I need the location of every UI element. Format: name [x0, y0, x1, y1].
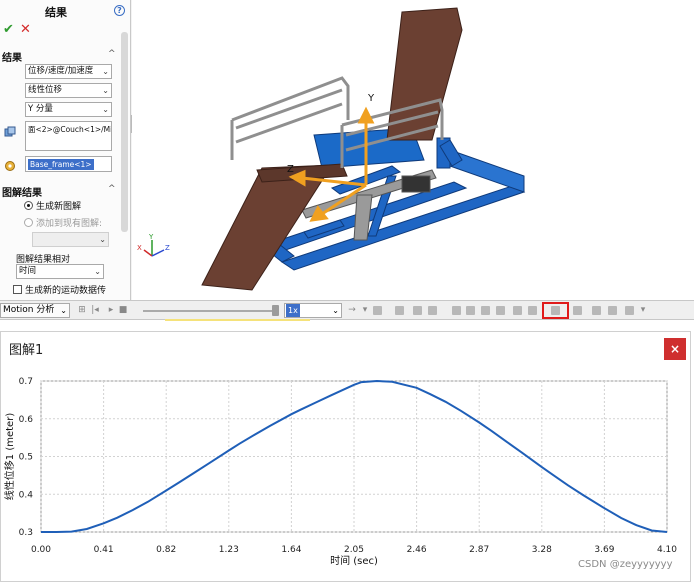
- x-tick-label: 1.64: [281, 545, 301, 555]
- existing-plot-label: 添加到现有图解:: [36, 219, 103, 229]
- animation-wizard-icon[interactable]: [395, 306, 404, 315]
- gravity-icon[interactable]: [528, 306, 537, 315]
- collapse-icon[interactable]: [592, 306, 601, 315]
- cancel-button[interactable]: ✕: [20, 22, 31, 37]
- category-select[interactable]: 位移/速度/加速度 ⌄: [25, 64, 112, 79]
- y-tick-label: 0.5: [19, 453, 33, 463]
- chevron-down-icon[interactable]: ▾: [360, 305, 370, 316]
- contact-icon[interactable]: [513, 306, 522, 315]
- plot-window: 图解1 × 0.00 0.41 0.82 1.23 1.64 2.05 2.46 2.87 3.…: [0, 331, 691, 582]
- couch-model: Y Z Y X Z: [137, 7, 526, 291]
- svg-text:Y: Y: [148, 233, 154, 241]
- timeline-slider-thumb[interactable]: [272, 305, 279, 316]
- y-tick-label: 0.3: [19, 528, 33, 538]
- solidworks-window: 结果 ? ✔ ✕ 结果 ^ 位移/速度/加速度 ⌄ 线性位移 ⌄ Y 分量 ⌄ 面<2…: [0, 0, 694, 321]
- x-tick-label: 4.10: [657, 545, 677, 555]
- create-motion-data-checkbox[interactable]: [13, 285, 22, 294]
- x-tick-label: 2.87: [469, 545, 489, 555]
- property-manager-panel: 结果 ? ✔ ✕ 结果 ^ 位移/速度/加速度 ⌄ 线性位移 ⌄ Y 分量 ⌄ 面<2…: [0, 0, 131, 300]
- study-type-select[interactable]: Motion 分析 ⌄: [0, 303, 70, 318]
- y-tick-label: 0.7: [19, 377, 33, 387]
- svg-text:X: X: [137, 244, 142, 252]
- add-key-icon[interactable]: [428, 306, 437, 315]
- z-axis-label: Z: [287, 164, 294, 175]
- svg-text:Z: Z: [165, 244, 170, 252]
- x-tick-label: 0.82: [156, 545, 176, 555]
- chevron-down-icon[interactable]: ▾: [638, 305, 648, 316]
- chevron-down-icon: ⌄: [94, 267, 101, 276]
- motor-icon[interactable]: [452, 306, 461, 315]
- x-tick-label: 3.69: [594, 545, 614, 555]
- chevron-down-icon: ⌄: [332, 306, 339, 315]
- watermark-text: CSDN @zeyyyyyyy: [578, 559, 673, 570]
- x-tick-label: 1.23: [219, 545, 239, 555]
- subcategory-select[interactable]: 线性位移 ⌄: [25, 83, 112, 98]
- settings-icon[interactable]: [625, 306, 634, 315]
- face-select-icon: [4, 126, 16, 137]
- damper-icon[interactable]: [481, 306, 490, 315]
- component-reference-icon: [5, 161, 15, 171]
- spring-icon[interactable]: [466, 306, 475, 315]
- existing-plot-select[interactable]: ⌄: [32, 232, 109, 247]
- chevron-down-icon: ⌄: [102, 105, 109, 114]
- y-axis-label: 线性位移1 (meter): [3, 413, 16, 501]
- reference-component-box[interactable]: Base_frame<1>: [25, 156, 112, 172]
- plot-against-select[interactable]: 时间 ⌄: [16, 264, 104, 279]
- x-tick-label: 0.41: [94, 545, 114, 555]
- playback-speed-select[interactable]: 1x ⌄: [284, 303, 342, 318]
- results-plots-highlight: [542, 302, 569, 319]
- autokey-icon[interactable]: [413, 306, 422, 315]
- triad-icon: Y X Z: [137, 233, 170, 257]
- existing-plot-radio[interactable]: [24, 218, 33, 227]
- results-section-header[interactable]: 结果: [2, 49, 22, 64]
- force-icon[interactable]: [496, 306, 505, 315]
- y-axis-label: Y: [367, 93, 375, 104]
- timeline-indicator: [165, 319, 310, 321]
- plot-results-section-header[interactable]: 图解结果: [2, 184, 42, 199]
- x-tick-label: 3.28: [532, 545, 552, 555]
- new-plot-label: 生成新图解: [36, 202, 82, 212]
- line-chart: 0.00 0.41 0.82 1.23 1.64 2.05 2.46 2.87 3.28 3.69…: [3, 377, 677, 567]
- chevron-up-icon[interactable]: ^: [108, 184, 116, 194]
- calculate-icon[interactable]: ⊞: [77, 305, 87, 316]
- view-icon[interactable]: [608, 306, 617, 315]
- motion-study-properties-icon[interactable]: [573, 306, 582, 315]
- face-selection-box[interactable]: 面<2>@Couch<1>/Mic: [25, 121, 112, 151]
- save-animation-icon[interactable]: [373, 306, 382, 315]
- play-icon[interactable]: ▸: [106, 305, 116, 316]
- chevron-up-icon[interactable]: ^: [108, 49, 116, 59]
- y-tick-label: 0.4: [19, 490, 34, 500]
- ok-button[interactable]: ✔: [3, 22, 14, 37]
- panel-scrollbar[interactable]: [121, 32, 128, 232]
- graphics-viewport[interactable]: Y Z Y X Z: [132, 0, 694, 300]
- create-motion-data-label: 生成新的运动数据传: [25, 286, 107, 296]
- panel-title: 结果: [45, 6, 67, 19]
- motion-toolbar: Motion 分析 ⌄ ⊞ |◂ ▸ ■ 1x ⌄ → ▾ ▾: [0, 300, 694, 320]
- chevron-down-icon: ⌄: [102, 86, 109, 95]
- x-tick-label: 2.05: [344, 545, 364, 555]
- x-tick-label: 2.46: [407, 545, 427, 555]
- chevron-down-icon: ⌄: [99, 235, 106, 244]
- x-axis-label: 时间 (sec): [330, 554, 378, 567]
- chevron-down-icon: ⌄: [60, 306, 67, 315]
- chevron-down-icon: ⌄: [102, 67, 109, 76]
- rewind-icon[interactable]: |◂: [90, 305, 100, 316]
- timeline-slider[interactable]: [143, 310, 273, 312]
- new-plot-radio[interactable]: [24, 201, 33, 210]
- x-tick-label: 0.00: [31, 545, 51, 555]
- component-select[interactable]: Y 分量 ⌄: [25, 102, 112, 117]
- playback-mode-icon[interactable]: →: [347, 305, 357, 316]
- stop-icon[interactable]: ■: [118, 305, 128, 316]
- help-icon[interactable]: ?: [114, 5, 125, 16]
- y-tick-label: 0.6: [19, 415, 34, 425]
